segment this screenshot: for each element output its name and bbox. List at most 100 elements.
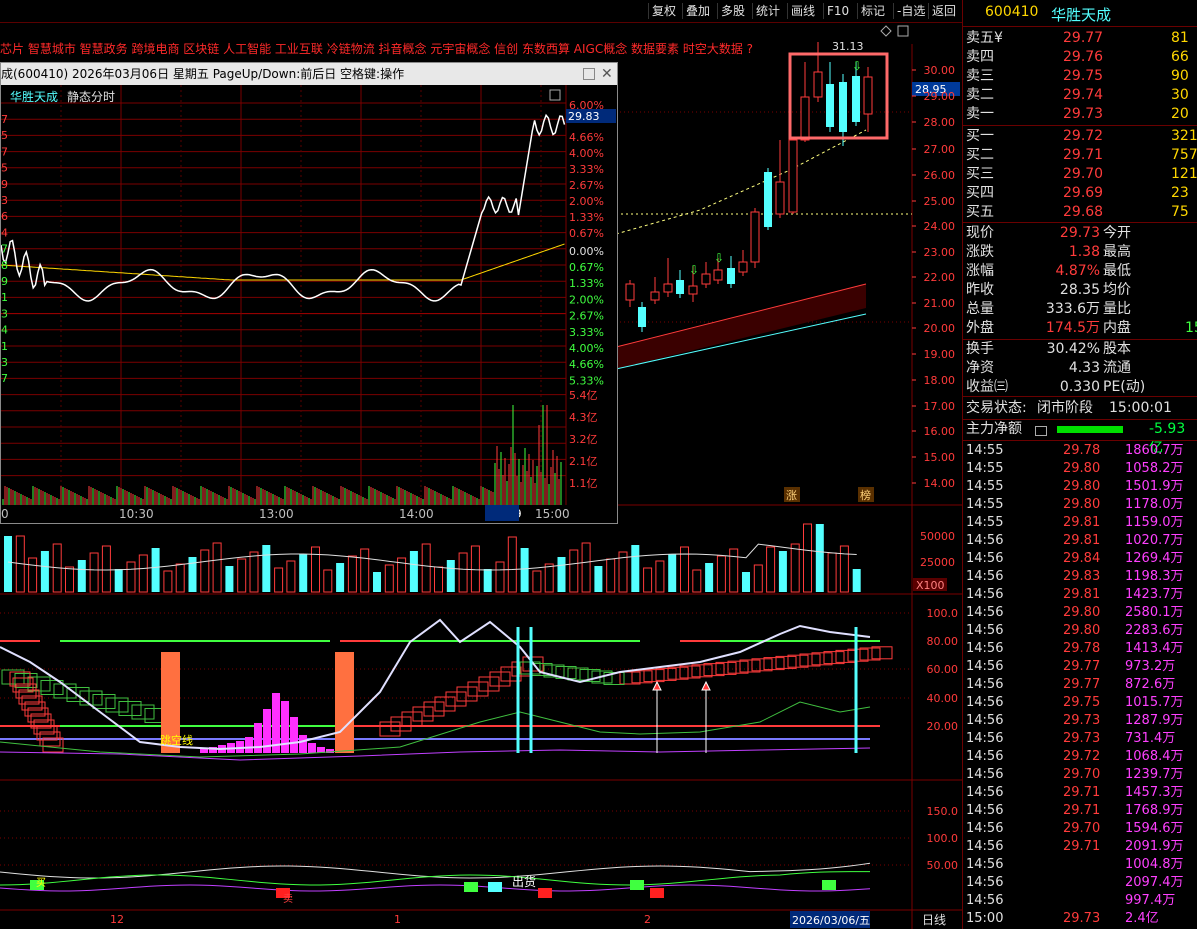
tick-row[interactable]: 14:56 29.78 1413.4万 — [963, 640, 1197, 658]
restore-icon[interactable] — [897, 25, 909, 37]
tick-row[interactable]: 14:55 29.80 1058.2万 — [963, 460, 1197, 478]
tick-row[interactable]: 14:56 29.77 872.6万 — [963, 676, 1197, 694]
tongji-button[interactable]: 统计 — [752, 3, 783, 19]
tick-row[interactable]: 14:55 29.78 1860.7万 — [963, 442, 1197, 460]
up-arrows — [652, 680, 711, 753]
x-label-12: 12 — [110, 913, 124, 926]
biaoji-button[interactable]: 标记 — [857, 3, 888, 19]
sell-row[interactable]: 卖四 29.76 66 — [963, 48, 1197, 67]
tick-row[interactable]: 14:56 29.75 1015.7万 — [963, 694, 1197, 712]
left-digit: 3 — [1, 356, 8, 369]
main-net-row[interactable]: 主力净额 -5.93亿 — [963, 420, 1197, 456]
buy-row[interactable]: 买二 29.71 757 — [963, 146, 1197, 165]
tick-price: 29.77 — [1063, 677, 1101, 692]
duogu-button[interactable]: 多股 — [717, 3, 748, 19]
zixuan-button[interactable]: -自选 — [893, 3, 928, 19]
tick-row[interactable]: 14:56 2097.4万 — [963, 874, 1197, 892]
volume-bar — [581, 542, 591, 593]
tick-row[interactable]: 14:56 29.81 1423.7万 — [963, 586, 1197, 604]
sell-row[interactable]: 卖一 29.73 20 — [963, 105, 1197, 124]
tick-price: 29.71 — [1063, 803, 1101, 818]
tick-price: 29.80 — [1063, 623, 1101, 638]
left-digit: 4 — [1, 226, 8, 239]
step-box — [619, 671, 641, 685]
tick-row[interactable]: 14:56 29.81 1020.7万 — [963, 532, 1197, 550]
tick-time: 14:56 — [966, 623, 1004, 638]
tick-volume: 2.4亿 — [1125, 911, 1159, 926]
diejia-button[interactable]: 叠加 — [682, 3, 713, 19]
tick-time: 14:56 — [966, 893, 1004, 908]
tick-row[interactable]: 14:56 29.80 2283.6万 — [963, 622, 1197, 640]
volume-bars — [4, 523, 861, 593]
tick-price: 29.83 — [1063, 569, 1101, 584]
step-box — [379, 721, 401, 737]
row-label: 买三 — [966, 166, 994, 182]
tick-row[interactable]: 14:55 29.80 1178.0万 — [963, 496, 1197, 514]
tick-row[interactable]: 14:55 29.81 1159.0万 — [963, 514, 1197, 532]
huaxian-button[interactable]: 画线 — [787, 3, 818, 19]
tick-row[interactable]: 14:56 29.80 2580.1万 — [963, 604, 1197, 622]
stat-label: 涨幅 — [966, 263, 994, 279]
sell-row[interactable]: 卖三 29.75 90 — [963, 67, 1197, 86]
pct-down-label: 0.67% — [569, 261, 604, 274]
buy-row[interactable]: 买三 29.70 121 — [963, 165, 1197, 184]
close-icon[interactable]: ✕ — [601, 63, 613, 85]
step-box — [643, 669, 665, 683]
sell-row[interactable]: 卖五¥ 29.77 81 — [963, 29, 1197, 48]
tick-row[interactable]: 14:56 29.72 1068.4万 — [963, 748, 1197, 766]
tick-row[interactable]: 14:55 29.80 1501.9万 — [963, 478, 1197, 496]
step-box — [456, 686, 478, 702]
tick-row[interactable]: 14:56 29.83 1198.3万 — [963, 568, 1197, 586]
stat-label-2: 最低 — [1103, 263, 1131, 279]
pct-down-label: 3.33% — [569, 326, 604, 339]
bottom-axis-label: 50.00 — [927, 859, 959, 872]
time-label: 0 — [1, 507, 9, 521]
stock-code: 600410 — [985, 4, 1039, 20]
tick-row[interactable]: 14:56 997.4万 — [963, 892, 1197, 910]
row-price: 29.74 — [1063, 87, 1104, 103]
date-label: 2026/03/06/五 — [792, 914, 870, 927]
tick-row[interactable]: 14:56 29.77 973.2万 — [963, 658, 1197, 676]
stat-row: 外盘 174.5万内盘 15 — [963, 319, 1197, 338]
volume-bar — [89, 552, 99, 593]
popup-titlebar[interactable]: 成(600410) 2026年03月06日 星期五 PageUp/Down:前后… — [1, 63, 617, 85]
intraday-popup[interactable]: 成(600410) 2026年03月06日 星期五 PageUp/Down:前后… — [0, 62, 618, 524]
buy-row[interactable]: 买四 29.69 23 — [963, 184, 1197, 203]
down-arrow-icon: ⇩ — [689, 263, 699, 277]
tick-row[interactable]: 14:56 29.73 731.4万 — [963, 730, 1197, 748]
tick-row[interactable]: 14:56 29.71 1768.9万 — [963, 802, 1197, 820]
volume-bar — [336, 563, 345, 592]
tick-row[interactable]: 14:56 29.71 2091.9万 — [963, 838, 1197, 856]
maximize-icon[interactable] — [583, 68, 595, 80]
f10-button[interactable]: F10 — [823, 3, 852, 19]
fanhui-button[interactable]: 返回 — [928, 3, 959, 19]
tick-time: 15:00 — [966, 911, 1004, 926]
intraday-chart[interactable]: 29.83 6.00%4.66%4.00%3.33%2.67%2.00%1.33… — [1, 85, 617, 523]
magenta-bar — [245, 737, 253, 753]
tick-row[interactable]: 15:00 29.73 2.4亿 — [963, 910, 1197, 928]
tick-row[interactable]: 14:56 29.70 1239.7万 — [963, 766, 1197, 784]
list-icon[interactable] — [1035, 426, 1047, 436]
vol-unit: X100 — [916, 579, 945, 592]
price-axis-label: 15.00 — [924, 451, 956, 464]
period-label[interactable]: 日线 — [922, 913, 946, 927]
buy-row[interactable]: 买五 29.68 75 — [963, 203, 1197, 222]
stat-row: 收益㈢ 0.330 PE(动) — [963, 378, 1197, 397]
tick-row[interactable]: 14:56 29.73 1287.9万 — [963, 712, 1197, 730]
candle-body — [638, 307, 646, 327]
tick-time: 14:55 — [966, 443, 1004, 458]
step-box — [445, 691, 467, 707]
fuquan-button[interactable]: 复权 — [648, 3, 679, 19]
pct-down-label: 1.33% — [569, 277, 604, 290]
buy-row[interactable]: 买一 29.72 321 — [963, 127, 1197, 146]
tick-row[interactable]: 14:56 29.70 1594.6万 — [963, 820, 1197, 838]
volume-bar — [705, 563, 714, 592]
volume-bar — [188, 557, 197, 592]
volume-bar — [643, 567, 653, 593]
tick-row[interactable]: 14:56 29.71 1457.3万 — [963, 784, 1197, 802]
tick-row[interactable]: 14:56 29.84 1269.4万 — [963, 550, 1197, 568]
tick-row[interactable]: 14:56 1004.8万 — [963, 856, 1197, 874]
tick-volume: 1768.9万 — [1125, 803, 1184, 818]
sell-row[interactable]: 卖二 29.74 30 — [963, 86, 1197, 105]
volume-bar — [373, 572, 381, 592]
